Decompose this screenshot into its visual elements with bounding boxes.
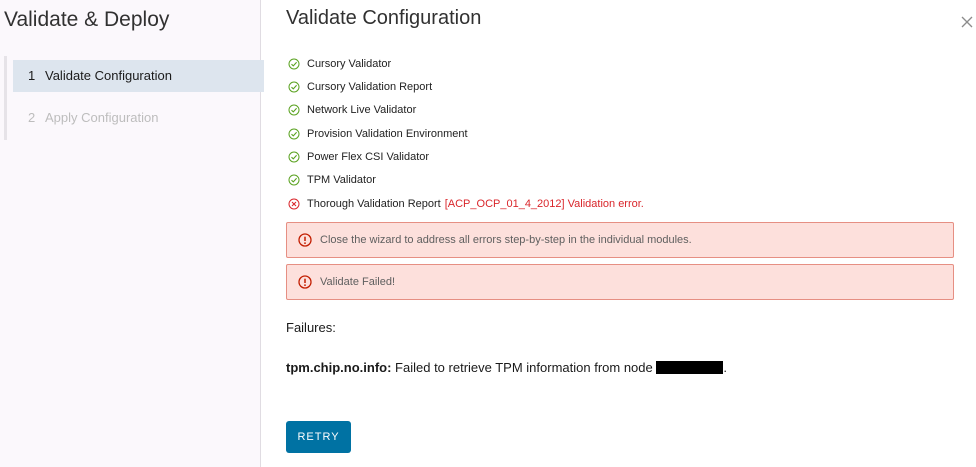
- step-apply-configuration[interactable]: 2 Apply Configuration: [13, 102, 264, 134]
- validate-failed-alert: Validate Failed!: [286, 264, 954, 300]
- failure-key: tpm.chip.no.info:: [286, 360, 392, 375]
- check-label: Power Flex CSI Validator: [307, 150, 430, 163]
- exclamation-circle-icon: [298, 275, 312, 289]
- error-circle-icon: [288, 198, 300, 210]
- check-label: Network Live Validator: [307, 104, 417, 117]
- check-circle-icon: [288, 81, 300, 93]
- check-item: TPM Validator: [288, 169, 968, 192]
- close-icon[interactable]: [959, 14, 975, 30]
- check-item: Network Live Validator: [288, 99, 968, 122]
- failure-message: tpm.chip.no.info: Failed to retrieve TPM…: [286, 360, 727, 375]
- check-circle-icon: [288, 174, 300, 186]
- check-item: Power Flex CSI Validator: [288, 145, 968, 168]
- check-label: Thorough Validation Report: [307, 197, 441, 210]
- wizard-title: Validate & Deploy: [4, 8, 170, 31]
- redacted-node-name: [656, 361, 724, 374]
- check-item-error: Thorough Validation Report [ACP_OCP_01_4…: [288, 192, 968, 215]
- validate-deploy-wizard: Validate & Deploy 1 Validate Configuratio…: [0, 0, 976, 467]
- check-circle-icon: [288, 58, 300, 70]
- alert-text: Validate Failed!: [320, 276, 396, 288]
- check-item: Cursory Validator: [288, 52, 968, 75]
- alert-text: Close the wizard to address all errors s…: [320, 234, 692, 246]
- check-error-text: [ACP_OCP_01_4_2012] Validation error.: [444, 197, 644, 210]
- check-circle-icon: [288, 128, 300, 140]
- wizard-content: Validate Configuration Cursory Validator: [262, 0, 976, 467]
- validation-check-list: Cursory Validator Cursory Validation Rep…: [288, 52, 968, 215]
- check-label: TPM Validator: [307, 174, 376, 187]
- failures-label: Failures:: [286, 320, 336, 335]
- error-alert: Close the wizard to address all errors s…: [286, 222, 954, 258]
- wizard-sidebar: Validate & Deploy 1 Validate Configuratio…: [0, 0, 264, 467]
- step-validate-configuration[interactable]: 1 Validate Configuration: [13, 60, 264, 92]
- failure-suffix: .: [723, 360, 727, 375]
- step-label: Apply Configuration: [45, 110, 159, 125]
- check-item: Provision Validation Environment: [288, 122, 968, 145]
- exclamation-circle-icon: [298, 233, 312, 247]
- step-number: 2: [28, 110, 36, 125]
- step-label: Validate Configuration: [45, 68, 172, 83]
- step-number: 1: [28, 68, 36, 83]
- check-label: Cursory Validation Report: [307, 80, 433, 93]
- check-label: Provision Validation Environment: [307, 127, 468, 140]
- step-list: 1 Validate Configuration 2 Apply Configura…: [4, 56, 264, 140]
- failure-text: Failed to retrieve TPM information from …: [395, 360, 653, 375]
- check-label: Cursory Validator: [307, 57, 392, 70]
- page-title: Validate Configuration: [286, 7, 482, 29]
- retry-button[interactable]: RETRY: [286, 421, 351, 453]
- check-circle-icon: [288, 104, 300, 116]
- check-item: Cursory Validation Report: [288, 75, 968, 98]
- check-circle-icon: [288, 151, 300, 163]
